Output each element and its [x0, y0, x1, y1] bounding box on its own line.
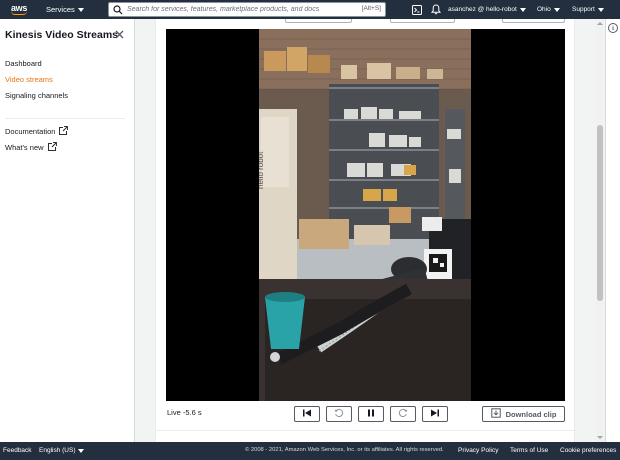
- pause-icon: [366, 408, 376, 420]
- info-icon[interactable]: i: [608, 23, 618, 33]
- live-status: Live -5.6 s: [167, 408, 202, 417]
- language-selector[interactable]: English (US): [39, 447, 85, 454]
- whats-new-label: What's new: [5, 143, 44, 152]
- caret-down-icon: [77, 7, 84, 12]
- sidebar-link-whats-new[interactable]: What's new: [5, 142, 57, 153]
- pause-button[interactable]: [358, 406, 384, 422]
- search-input[interactable]: [127, 6, 357, 13]
- download-icon: [490, 408, 501, 420]
- sidebar-divider: [5, 118, 125, 119]
- video-frame[interactable]: hello robot: [166, 29, 565, 401]
- forward-icon: [398, 408, 408, 420]
- sidebar-item-video-streams[interactable]: Video streams: [5, 75, 53, 84]
- top-navigation-bar: aws Services [Alt+S] asanchez @ hello-ro…: [0, 0, 620, 19]
- caret-down-icon: [553, 7, 560, 12]
- caret-down-icon: [597, 7, 604, 12]
- download-clip-label: Download clip: [505, 409, 557, 419]
- region-label: Ohio: [537, 6, 551, 13]
- sidebar-link-documentation[interactable]: Documentation: [5, 126, 69, 137]
- side-navigation: Kinesis Video Streams Dashboard Video st…: [0, 19, 135, 442]
- caret-down-icon: [78, 448, 85, 453]
- region-selector[interactable]: Ohio: [537, 0, 560, 19]
- documentation-label: Documentation: [5, 127, 56, 136]
- cloudshell-icon[interactable]: [410, 3, 423, 16]
- caret-down-icon: [519, 7, 526, 12]
- svg-text:hello robot: hello robot: [259, 151, 265, 189]
- skip-back-icon: [302, 408, 312, 420]
- external-link-icon: [59, 126, 69, 137]
- user-account-menu[interactable]: asanchez @ hello-robot: [448, 0, 526, 19]
- feedback-link[interactable]: Feedback: [3, 447, 32, 454]
- rewind-button[interactable]: [326, 406, 352, 422]
- search-icon: [113, 4, 123, 15]
- aws-logo[interactable]: aws: [6, 0, 32, 19]
- toolbar-button-partial[interactable]: [285, 19, 352, 23]
- playback-controls: [294, 406, 448, 422]
- page-scrollbar[interactable]: [596, 19, 604, 442]
- skip-forward-button[interactable]: [422, 406, 448, 422]
- panel-divider: [156, 430, 576, 431]
- scrollbar-thumb[interactable]: [597, 125, 603, 301]
- external-link-icon: [47, 142, 57, 153]
- terms-of-use-link[interactable]: Terms of Use: [510, 447, 548, 454]
- search-shortcut-hint: [Alt+S]: [361, 5, 381, 12]
- services-menu-button[interactable]: Services: [46, 5, 84, 14]
- toolbar-button-partial[interactable]: [502, 19, 565, 23]
- close-icon[interactable]: [114, 29, 125, 40]
- sidebar-item-dashboard[interactable]: Dashboard: [5, 59, 42, 68]
- scroll-up-arrow-icon[interactable]: [597, 22, 603, 25]
- scroll-down-arrow-icon[interactable]: [597, 436, 603, 439]
- help-panel-rail: i: [605, 19, 620, 442]
- cookie-preferences-link[interactable]: Cookie preferences: [560, 447, 616, 454]
- console-footer: Feedback English (US) © 2008 - 2021, Ama…: [0, 442, 620, 460]
- search-bar[interactable]: [Alt+S]: [108, 2, 386, 17]
- rewind-icon: [334, 408, 344, 420]
- copyright-text: © 2008 - 2021, Amazon Web Services, Inc.…: [245, 447, 444, 453]
- download-clip-button[interactable]: Download clip: [482, 406, 565, 422]
- forward-button[interactable]: [390, 406, 416, 422]
- support-label: Support: [572, 6, 595, 13]
- privacy-policy-link[interactable]: Privacy Policy: [458, 447, 498, 454]
- video-image: hello robot: [259, 29, 471, 401]
- bell-icon[interactable]: [429, 3, 442, 16]
- sidebar-item-signaling-channels[interactable]: Signaling channels: [5, 91, 68, 100]
- support-menu[interactable]: Support: [572, 0, 604, 19]
- services-label: Services: [46, 5, 75, 14]
- sidebar-title: Kinesis Video Streams: [5, 29, 119, 41]
- skip-back-button[interactable]: [294, 406, 320, 422]
- toolbar-button-partial[interactable]: [390, 19, 455, 23]
- language-label: English (US): [39, 447, 76, 454]
- user-label: asanchez @ hello-robot: [448, 6, 517, 13]
- skip-forward-icon: [430, 408, 440, 420]
- aws-smile-icon: [11, 11, 27, 15]
- video-player-panel: hello robot Live -5.6 s Download clip: [155, 19, 576, 442]
